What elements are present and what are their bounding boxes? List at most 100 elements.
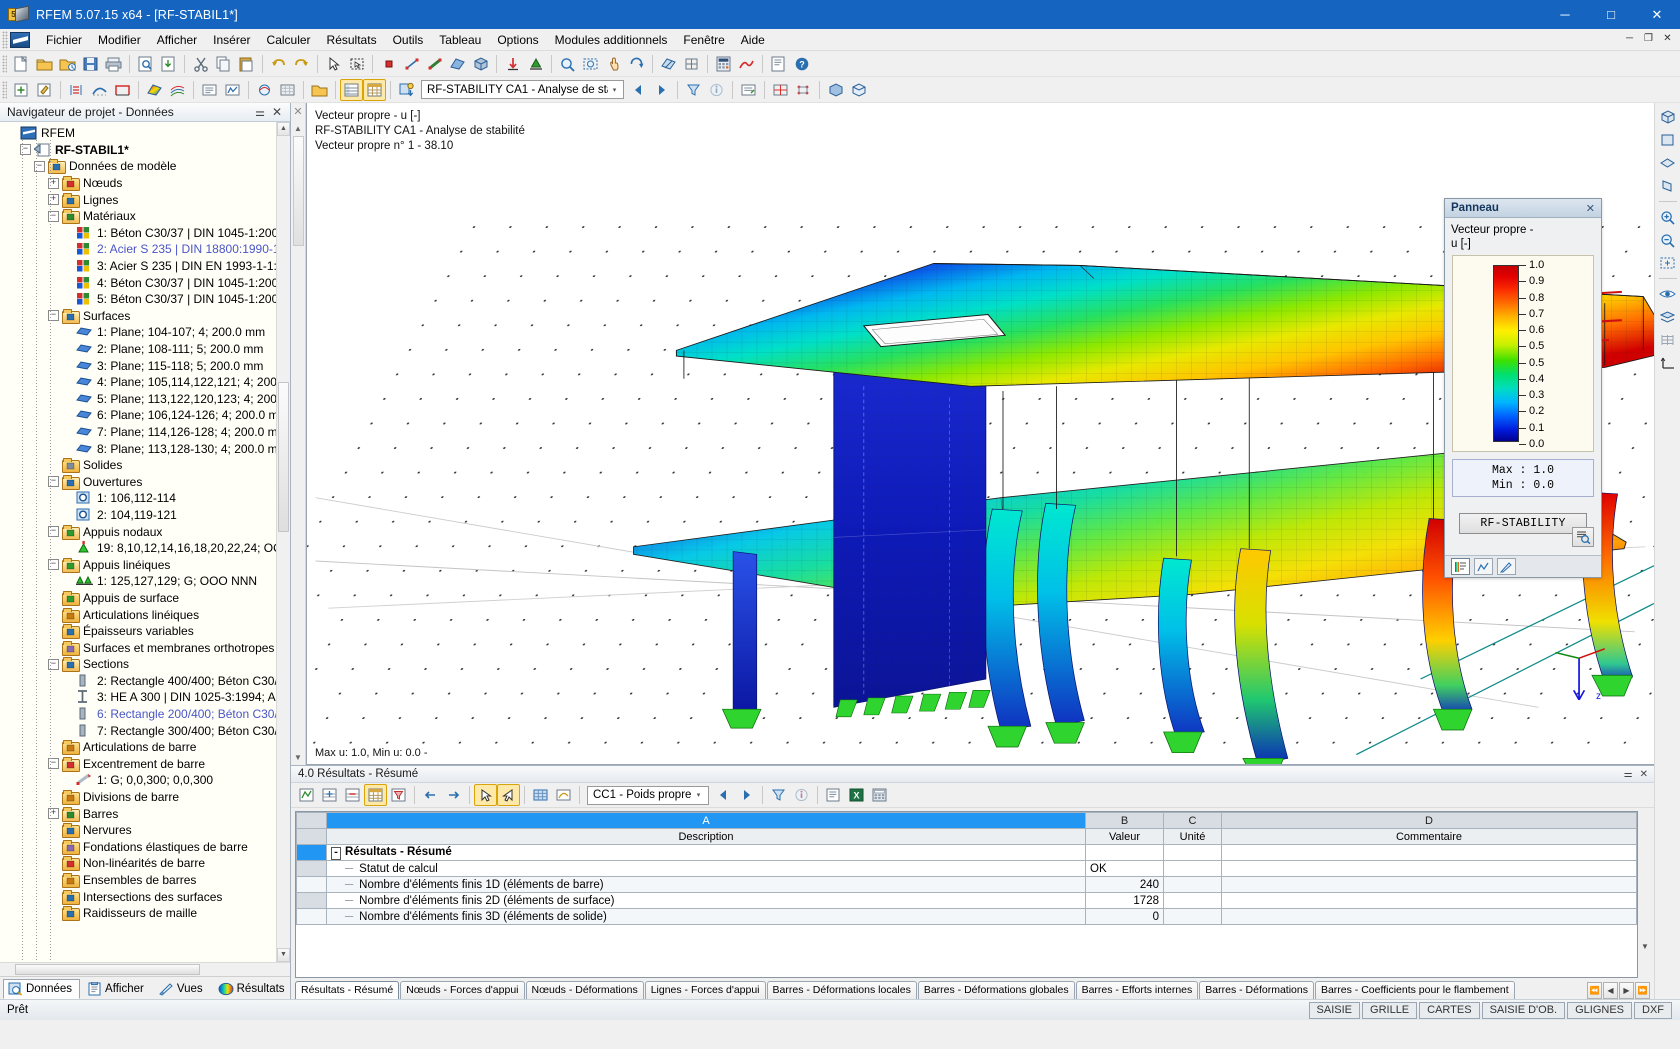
table-row[interactable]: ─ Nombre d'éléments finis 2D (éléments de… (296, 892, 1637, 909)
tree-item[interactable]: 3: Plane; 115-118; 5; 200.0 mm (0, 357, 290, 374)
tree-item[interactable]: 6: Plane; 106,124-126; 4; 200.0 mm (0, 407, 290, 424)
cell-commentaire[interactable] (1221, 876, 1637, 893)
printout-report-icon[interactable] (767, 53, 790, 75)
tree-item[interactable]: 1: G; 0,0,300; 0,0,300 (0, 772, 290, 789)
tab-next-button[interactable]: ▶ (1619, 982, 1634, 999)
tree-item[interactable]: 4: Béton C30/37 | DIN 1045-1:2001-0 (0, 274, 290, 291)
table-chart-icon[interactable] (295, 784, 318, 806)
cell-unite[interactable] (1163, 844, 1222, 861)
viewport-scroll-up-icon[interactable]: ▲ (294, 124, 302, 133)
node-icon[interactable] (377, 53, 400, 75)
nodes-mesh-icon[interactable] (792, 79, 815, 101)
tree-item[interactable]: 3: Acier S 235 | DIN EN 1993-1-1:200 (0, 258, 290, 275)
menubar-grip[interactable] (2, 30, 8, 49)
save-file-icon[interactable] (79, 53, 102, 75)
paste-icon[interactable] (235, 53, 258, 75)
tree-item[interactable]: Épaisseurs variables (0, 623, 290, 640)
tree-item[interactable]: 6: Rectangle 200/400; Béton C30/37 (0, 706, 290, 723)
results-tab[interactable]: Barres - Coefficients pour le flambement (1314, 981, 1515, 999)
grid-vertical-scrollbar[interactable]: ▼ (1638, 811, 1652, 978)
cell-valeur[interactable] (1085, 844, 1164, 861)
print-preview-icon[interactable] (134, 53, 157, 75)
visibility-icon[interactable] (737, 79, 760, 101)
cut-icon[interactable] (189, 53, 212, 75)
show-tables-icon[interactable] (340, 78, 363, 101)
export-excel-icon[interactable]: X (845, 784, 868, 806)
results-tab[interactable]: Lignes - Forces d'appui (644, 981, 766, 999)
mdi-minimize-button[interactable]: ─ (1621, 32, 1638, 48)
nav-tab-afficher[interactable]: Afficher (82, 979, 152, 999)
rf-stability-button[interactable]: RF-STABILITY (1459, 513, 1587, 534)
panel-folder-icon[interactable] (308, 79, 331, 101)
cell-valeur[interactable]: 1728 (1085, 892, 1164, 909)
support-icon[interactable] (524, 53, 547, 75)
tree-item[interactable]: 4: Plane; 105,114,122,121; 4; 200.0 m (0, 374, 290, 391)
new-file-icon[interactable] (10, 53, 33, 75)
tree-item[interactable]: Articulations linéiques (0, 606, 290, 623)
row-header-cell[interactable] (296, 892, 327, 909)
load-icon[interactable] (501, 53, 524, 75)
zoom-window-icon[interactable] (556, 53, 579, 75)
wireframe-icon[interactable] (680, 53, 703, 75)
table-case-prev-icon[interactable] (712, 784, 735, 806)
smooth-icon[interactable] (253, 79, 276, 101)
menu-aide[interactable]: Aide (733, 30, 773, 50)
table-row[interactable]: ─ Statut de calcul OK (296, 860, 1637, 877)
group-expander[interactable]: - (331, 847, 342, 860)
table-panel-close-icon[interactable]: ✕ (1638, 769, 1650, 780)
tree-item[interactable]: − Sections (0, 656, 290, 673)
viewport-scroll-thumb[interactable] (292, 136, 304, 246)
menu-outils[interactable]: Outils (385, 30, 432, 50)
table-filter-icon[interactable] (387, 784, 410, 806)
results-tab[interactable]: Barres - Déformations (1199, 981, 1314, 999)
col-header-b[interactable]: B (1085, 812, 1164, 829)
table-row[interactable]: ─ Nombre d'éléments finis 1D (éléments de… (296, 876, 1637, 893)
table-panel-pin-icon[interactable]: ⚌ (1622, 769, 1635, 780)
navigator-hscroll-thumb[interactable] (15, 964, 200, 975)
menu-fenetre[interactable]: Fenêtre (675, 30, 732, 50)
menu-options[interactable]: Options (489, 30, 546, 50)
maximize-button[interactable]: □ (1588, 0, 1634, 29)
fit-view-icon[interactable] (1656, 252, 1679, 274)
cell-commentaire[interactable] (1221, 908, 1637, 925)
row-header-cell[interactable] (296, 860, 327, 877)
module-case-combo[interactable]: RF-STABILITY CA1 - Analyse de stabilité … (421, 80, 624, 99)
tree-item[interactable]: − Matériaux (0, 208, 290, 225)
table-graph-view-icon[interactable] (552, 784, 575, 806)
navigator-tree[interactable]: RFEM − RF-STABIL1* − Données de modèle + Nœuds… (0, 122, 290, 962)
coordinate-system-icon[interactable] (1656, 352, 1679, 374)
tree-item[interactable]: Articulations de barre (0, 739, 290, 756)
menu-afficher[interactable]: Afficher (149, 30, 205, 50)
chevron-down-icon[interactable]: ▾ (608, 81, 621, 98)
results-tab[interactable]: Nœuds - Déformations (525, 981, 644, 999)
table-filter-results-icon[interactable] (767, 784, 790, 806)
result-values-icon[interactable] (198, 79, 221, 101)
tree-item[interactable]: Non-linéarités de barre (0, 855, 290, 872)
cell-unite[interactable] (1163, 908, 1222, 925)
open-recent-icon[interactable] (56, 53, 79, 75)
row-header-cell[interactable] (296, 908, 327, 925)
results-grid[interactable]: A B C D Description Valeur Unité Comment… (295, 811, 1638, 978)
viewport-close-icon[interactable]: ✕ (293, 105, 302, 118)
tree-item[interactable]: Divisions de barre (0, 789, 290, 806)
tree-item[interactable]: − Surfaces (0, 308, 290, 325)
tree-item[interactable]: 1: 125,127,129; G; OOO NNN (0, 573, 290, 590)
line-icon[interactable] (400, 53, 423, 75)
tree-item[interactable]: 19: 8,10,12,14,16,18,20,22,24; OOO N (0, 540, 290, 557)
view-front-icon[interactable] (1656, 129, 1679, 151)
tree-item[interactable]: Fondations élastiques de barre (0, 839, 290, 856)
select-window-icon[interactable] (345, 53, 368, 75)
tree-item[interactable]: 2: 104,119-121 (0, 507, 290, 524)
nav-tab-donnees[interactable]: Données (3, 979, 81, 999)
navigator-scroll-thumb[interactable] (278, 382, 289, 532)
panel-tab-display[interactable] (1497, 558, 1516, 575)
view-iso-icon[interactable] (1656, 106, 1679, 128)
export-icon[interactable] (157, 53, 180, 75)
copy-icon[interactable] (212, 53, 235, 75)
deformation-icon[interactable] (88, 79, 111, 101)
print-icon[interactable] (102, 53, 125, 75)
cell-unite[interactable] (1163, 892, 1222, 909)
tree-item[interactable]: − Appuis linéiques (0, 556, 290, 573)
mesh-refine-icon[interactable] (769, 79, 792, 101)
tree-item[interactable]: Appuis de surface (0, 590, 290, 607)
